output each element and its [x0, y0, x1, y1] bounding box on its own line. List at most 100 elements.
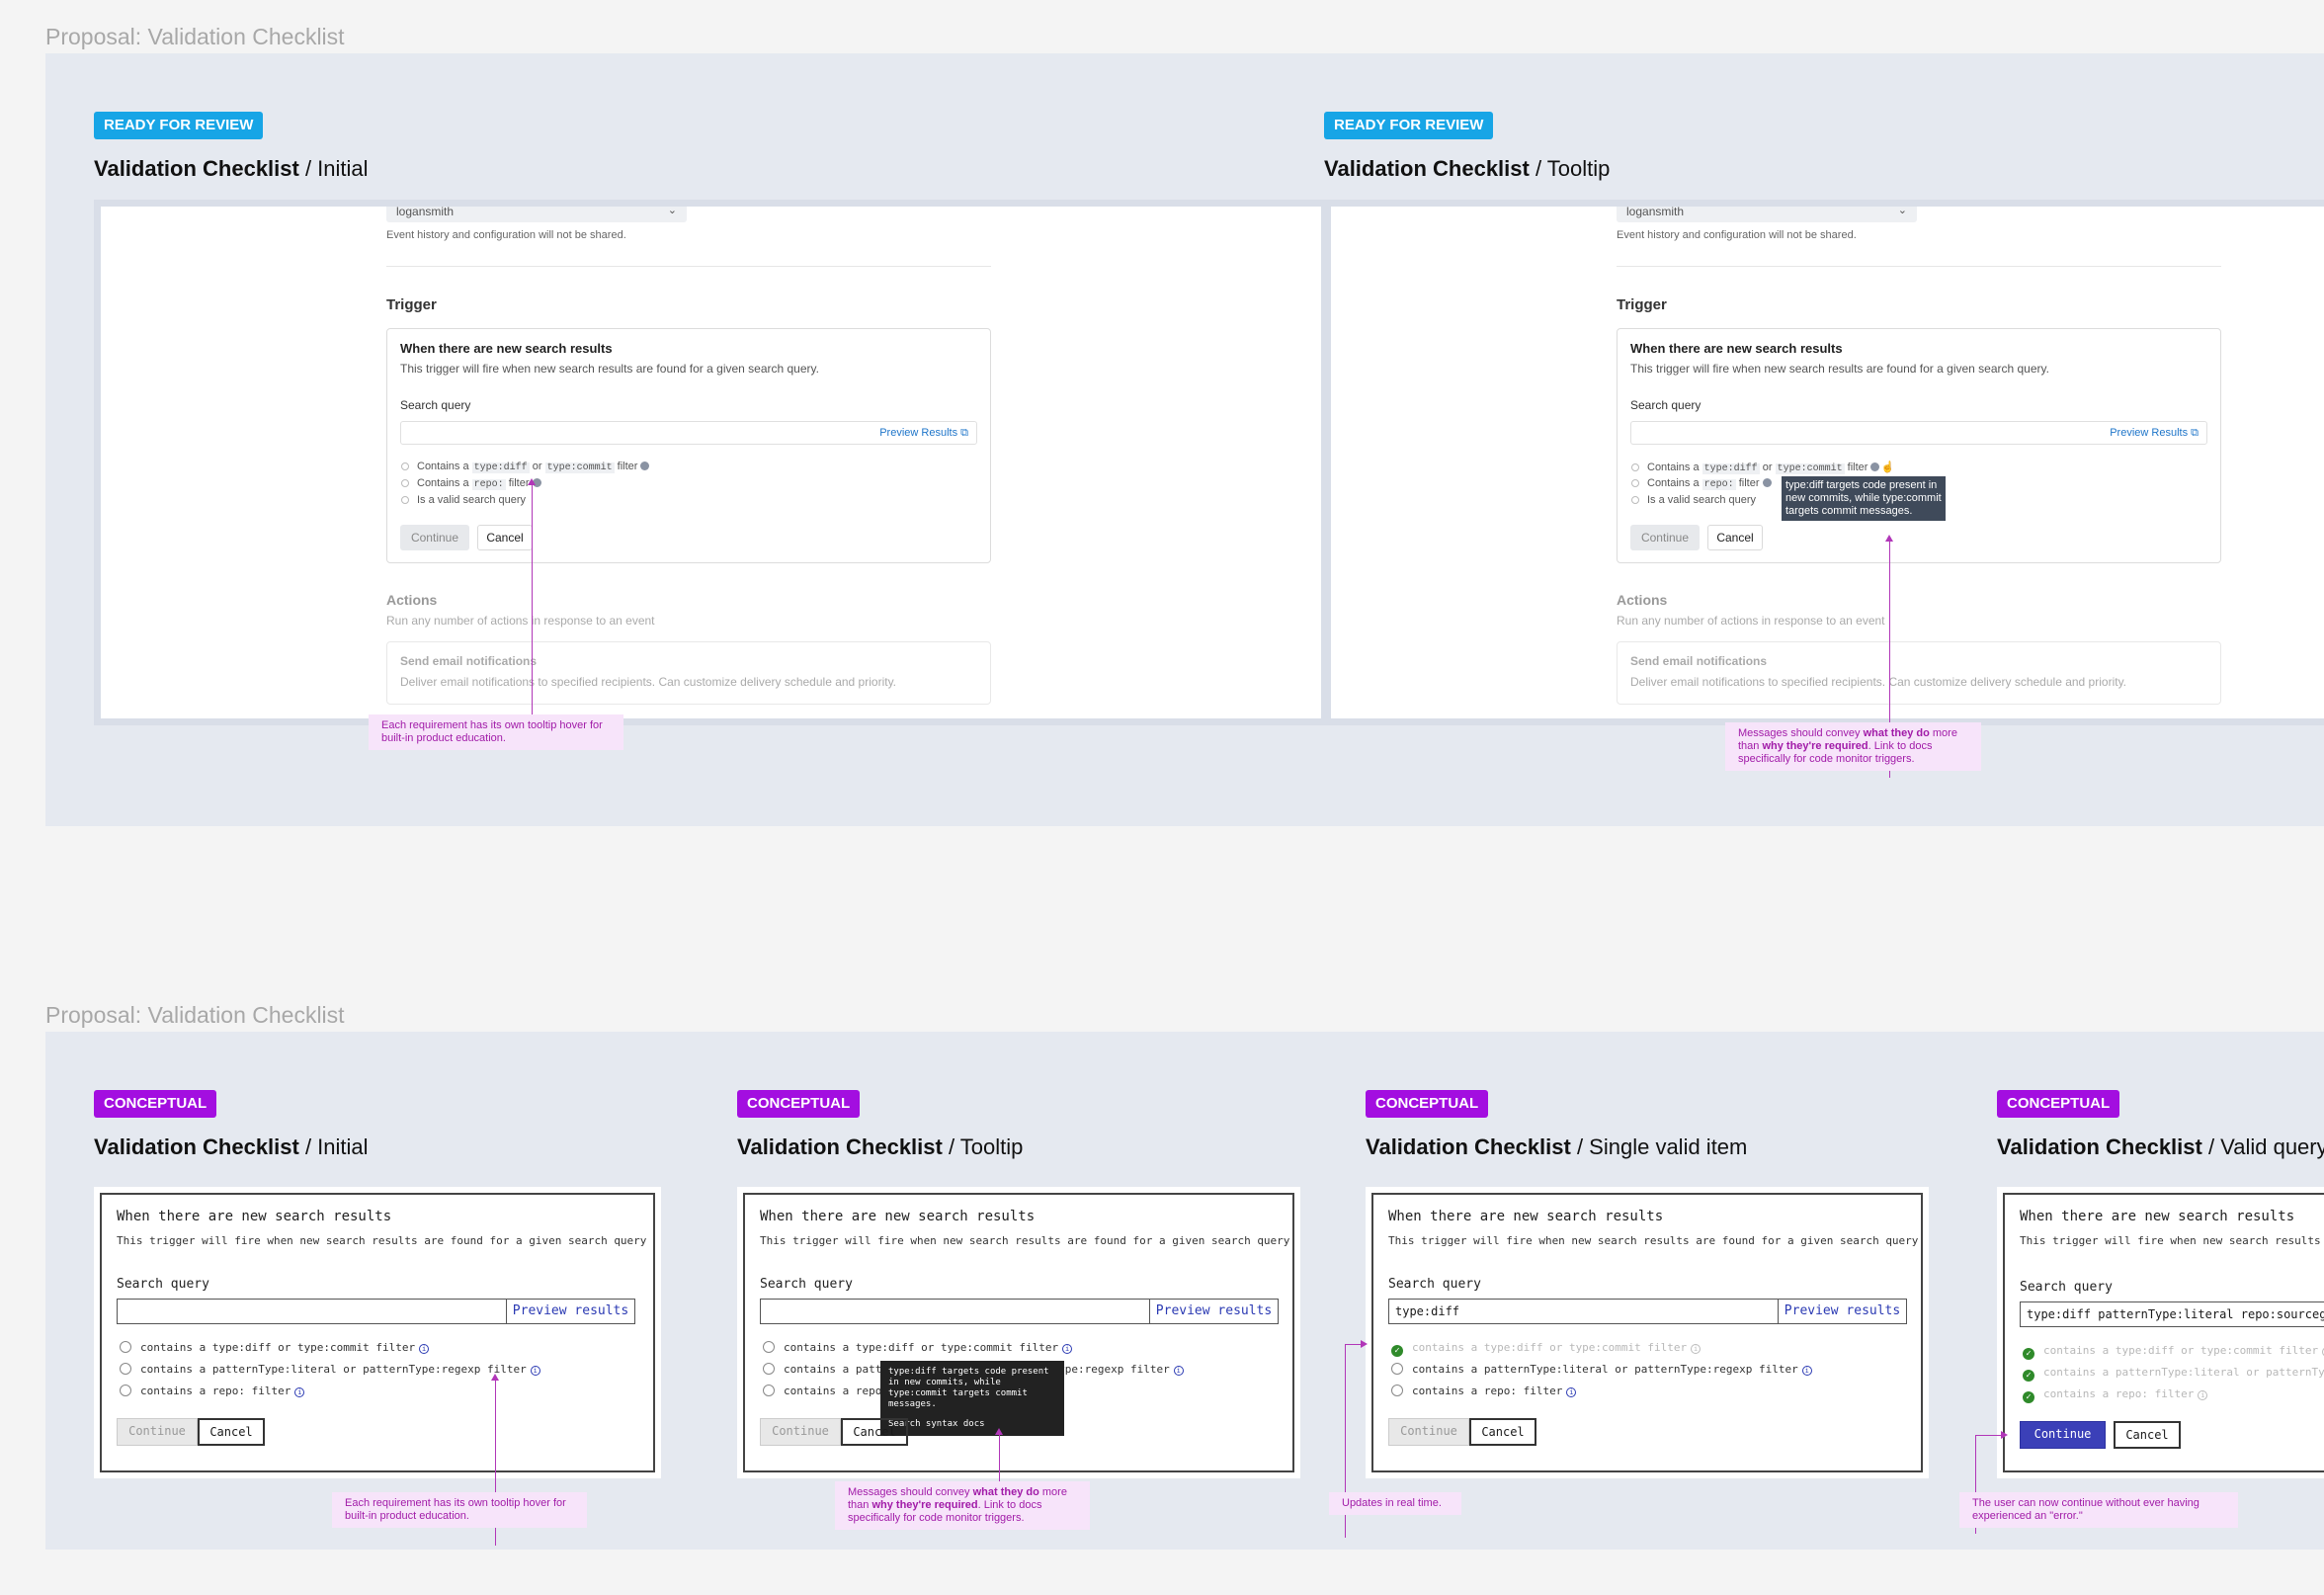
radio-circle — [120, 1363, 131, 1375]
email-action-title: Send email notifications — [400, 654, 538, 668]
email-action-desc: Deliver email notifications to specified… — [1630, 675, 2127, 689]
continue-button[interactable]: Continue — [117, 1418, 198, 1446]
trigger-card: When there are new search results This t… — [1617, 328, 2221, 563]
trigger-card-title: When there are new search results — [760, 1209, 1036, 1224]
section-title-top: Proposal: Validation Checklist — [45, 24, 345, 49]
search-query-input[interactable]: Preview Results ⧉ — [400, 421, 977, 445]
divider — [1617, 266, 2221, 267]
actions-heading: Actions — [1617, 592, 1668, 608]
requirement-item: Contains a type:diff or type:commit filt… — [1631, 461, 1894, 474]
info-icon[interactable]: i — [1691, 1344, 1702, 1354]
check-icon: ✓ — [2023, 1348, 2034, 1360]
cancel-button[interactable]: Cancel — [1707, 525, 1763, 550]
status-badge: CONCEPTUAL — [1997, 1090, 2120, 1118]
cancel-button[interactable]: Cancel — [1469, 1418, 1536, 1446]
trigger-card-desc: This trigger will fire when new search r… — [2020, 1234, 2324, 1247]
actions-desc: Run any number of actions in response to… — [1617, 614, 1885, 628]
tooltip: type:diff targets code present in new co… — [1782, 476, 1946, 521]
continue-button[interactable]: Continue — [1388, 1418, 1469, 1446]
info-icon[interactable]: i — [1566, 1387, 1577, 1397]
requirement-item: Contains a type:diff or type:commit filt… — [401, 461, 650, 473]
external-link-icon: ⧉ — [960, 427, 968, 439]
search-query-input[interactable]: type:diff patternType:literal repo:sourc… — [2020, 1301, 2324, 1327]
search-query-input[interactable]: Preview Results ⧉ — [1630, 421, 2207, 445]
info-icon[interactable]: i — [294, 1387, 305, 1397]
help-icon[interactable] — [640, 462, 650, 470]
trigger-card-title: When there are new search results — [2020, 1209, 2295, 1224]
continue-button[interactable]: Continue — [1630, 525, 1700, 550]
search-query-label: Search query — [760, 1277, 853, 1292]
frame-title: Validation Checklist / Initial — [94, 1134, 369, 1159]
email-action-card[interactable]: Send email notifications Deliver email n… — [386, 641, 991, 705]
requirement-item: contains a repo: filteri — [120, 1385, 305, 1397]
sketch-initial: When there are new search results This t… — [94, 1187, 661, 1478]
info-icon[interactable]: i — [1062, 1344, 1073, 1354]
continue-button[interactable]: Continue — [2020, 1421, 2106, 1449]
status-badge: CONCEPTUAL — [1366, 1090, 1489, 1118]
status-badge: READY FOR REVIEW — [1324, 112, 1494, 139]
requirement-item: contains a patternType:literal or patter… — [1391, 1363, 1812, 1376]
requirement-item: Contains a repo: filter — [401, 477, 541, 490]
search-query-label: Search query — [1388, 1277, 1481, 1292]
frame-title: Validation Checklist / Single valid item — [1366, 1134, 1748, 1159]
preview-results-button[interactable]: Preview results — [1149, 1299, 1279, 1324]
trigger-card-title: When there are new search results — [117, 1209, 392, 1224]
help-icon[interactable] — [1870, 462, 1880, 471]
info-icon[interactable]: i — [1801, 1366, 1812, 1376]
frame-title: Validation Checklist / Tooltip — [737, 1134, 1024, 1159]
arrow-icon — [995, 1428, 1003, 1435]
owner-note: Event history and configuration will not… — [386, 229, 626, 241]
requirement-item: Contains a repo: filter — [1631, 477, 1772, 490]
sketch-valid-query: When there are new search results This t… — [1997, 1187, 2324, 1478]
search-query-label: Search query — [400, 398, 471, 412]
trigger-card-desc: This trigger will fire when new search r… — [760, 1234, 1290, 1247]
trigger-card: When there are new search results This t… — [386, 328, 991, 563]
search-query-label: Search query — [1630, 398, 1702, 412]
radio-circle — [763, 1341, 775, 1353]
owner-select[interactable]: logansmith ⌄ — [1617, 205, 1917, 222]
actions-desc: Run any number of actions in response to… — [386, 614, 655, 628]
cancel-button[interactable]: Cancel — [477, 525, 533, 550]
preview-results-link[interactable]: Preview Results ⧉ — [2110, 427, 2199, 440]
cancel-button[interactable]: Cancel — [198, 1418, 265, 1446]
frame-title: Validation Checklist / Tooltip — [1324, 156, 1611, 181]
cancel-button[interactable]: Cancel — [2114, 1421, 2181, 1449]
cancel-button[interactable]: Cancel — [841, 1418, 908, 1446]
info-icon[interactable]: i — [530, 1366, 540, 1376]
annotation-callout: Updates in real time. — [1329, 1492, 1461, 1515]
info-icon[interactable]: i — [419, 1344, 430, 1354]
search-syntax-docs-link[interactable]: Search syntax docs — [888, 1419, 1056, 1430]
email-action-card[interactable]: Send email notifications Deliver email n… — [1617, 641, 2221, 705]
chevron-down-icon: ⌄ — [1897, 205, 1907, 216]
arrow-icon — [2001, 1431, 2008, 1439]
search-query-input[interactable] — [760, 1299, 1150, 1324]
frame-title: Validation Checklist / Valid query — [1997, 1134, 2324, 1159]
email-action-title: Send email notifications — [1630, 654, 1768, 668]
continue-button[interactable]: Continue — [400, 525, 469, 550]
annotation-callout: Messages should convey what they do more… — [1725, 722, 1981, 771]
chevron-down-icon: ⌄ — [667, 205, 677, 216]
radio-circle — [1391, 1385, 1403, 1396]
requirement-item: Is a valid search query — [1631, 494, 1756, 506]
help-icon[interactable] — [1762, 478, 1772, 487]
preview-results-button[interactable]: Preview results — [506, 1299, 635, 1324]
trigger-card-desc: This trigger will fire when new search r… — [117, 1234, 647, 1247]
info-icon[interactable]: i — [2198, 1390, 2208, 1400]
status-badge: CONCEPTUAL — [737, 1090, 861, 1118]
requirement-item-valid: ✓ contains a type:diff or type:commit fil… — [1391, 1341, 1702, 1357]
check-icon: ✓ — [2023, 1391, 2034, 1403]
preview-results-button[interactable]: Preview results — [1778, 1299, 1907, 1324]
actions-heading: Actions — [386, 592, 438, 608]
continue-button[interactable]: Continue — [760, 1418, 841, 1446]
trigger-card-desc: This trigger will fire when new search r… — [400, 362, 819, 376]
radio-circle — [1391, 1363, 1403, 1375]
radio-circle — [120, 1341, 131, 1353]
preview-results-link[interactable]: Preview Results ⧉ — [879, 427, 968, 440]
annotation-callout: The user can now continue without ever h… — [1959, 1492, 2238, 1528]
info-icon[interactable]: i — [1173, 1366, 1184, 1376]
search-query-input[interactable]: type:diff — [1388, 1299, 1779, 1324]
radio-circle — [401, 496, 409, 504]
trigger-heading: Trigger — [386, 296, 437, 313]
owner-select[interactable]: logansmith ⌄ — [386, 205, 687, 222]
search-query-input[interactable] — [117, 1299, 507, 1324]
